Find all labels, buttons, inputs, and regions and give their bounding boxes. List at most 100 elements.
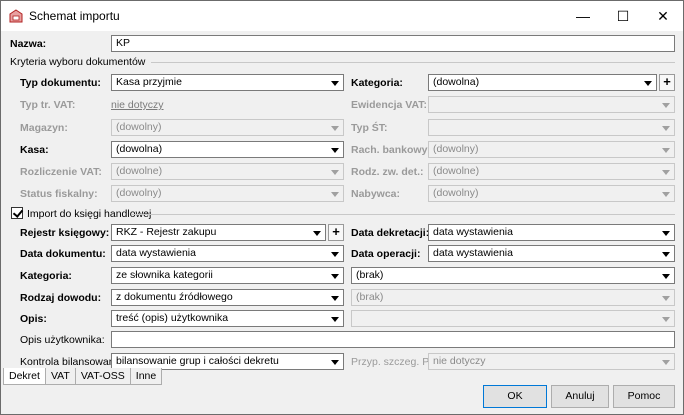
plus-icon: +: [663, 74, 671, 89]
chevron-down-icon: [313, 231, 321, 236]
przyp-szczeg-pit-label: Przyp. szczeg. PIT:: [351, 356, 441, 368]
nazwa-input[interactable]: KP: [111, 35, 675, 52]
rodz-zw-det-value: (dowolne): [433, 165, 480, 177]
pomoc-button[interactable]: Pomoc: [613, 385, 675, 408]
chevron-down-icon: [644, 81, 652, 86]
anuluj-button[interactable]: Anuluj: [551, 385, 609, 408]
kryteria-separator: [151, 62, 675, 63]
nabywca-select[interactable]: (dowolny): [428, 185, 675, 202]
magazyn-value: (dowolny): [116, 121, 162, 133]
tab-dekret[interactable]: Dekret: [3, 368, 46, 385]
kategoria-add-button[interactable]: +: [659, 74, 675, 91]
chevron-down-icon: [331, 252, 339, 257]
chevron-down-icon: [662, 296, 670, 301]
chevron-down-icon: [662, 126, 670, 131]
close-button[interactable]: ✕: [643, 1, 683, 31]
data-operacji-value: data wystawienia: [433, 247, 513, 259]
typ-tr-vat-label: Typ tr. VAT:: [20, 99, 76, 111]
magazyn-select[interactable]: (dowolny): [111, 119, 344, 136]
data-dokumentu-label: Data dokumentu:: [20, 248, 106, 260]
rodzaj-dowodu-detail-select[interactable]: (brak): [351, 289, 675, 306]
przyp-szczeg-pit-value: nie dotyczy: [433, 355, 486, 367]
tab-vat[interactable]: VAT: [44, 368, 76, 385]
chevron-down-icon: [662, 274, 670, 279]
rach-bankowy-select[interactable]: (dowolny): [428, 141, 675, 158]
typ-dokumentu-label: Typ dokumentu:: [20, 77, 101, 89]
chevron-down-icon: [331, 274, 339, 279]
rach-bankowy-value: (dowolny): [433, 143, 479, 155]
status-fiskalny-label: Status fiskalny:: [20, 188, 98, 200]
chevron-down-icon: [331, 360, 339, 365]
rodzaj-dowodu-label: Rodzaj dowodu:: [20, 292, 102, 304]
status-fiskalny-select[interactable]: (dowolny): [111, 185, 344, 202]
magazyn-label: Magazyn:: [20, 122, 68, 134]
opis-uzytkownika-label: Opis użytkownika:: [20, 334, 105, 346]
kategoria-select[interactable]: (dowolna): [428, 74, 657, 91]
chevron-down-icon: [331, 81, 339, 86]
chevron-down-icon: [331, 126, 339, 131]
chevron-down-icon: [662, 192, 670, 197]
kasa-value: (dowolna): [116, 143, 163, 155]
rejestr-ksiegowy-label: Rejestr księgowy:: [20, 227, 110, 239]
rodzaj-dowodu-value: z dokumentu źródłowego: [116, 291, 233, 303]
data-operacji-select[interactable]: data wystawienia: [428, 245, 675, 262]
opis-value: treść (opis) użytkownika: [116, 312, 229, 324]
status-fiskalny-value: (dowolny): [116, 187, 162, 199]
dialog-window: Schemat importu — ☐ ✕ Nazwa: KP Kryteria…: [0, 0, 684, 415]
kategoria-value: (dowolna): [433, 76, 480, 88]
import-kategoria-select[interactable]: ze słownika kategorii: [111, 267, 344, 284]
data-dokumentu-select[interactable]: data wystawienia: [111, 245, 344, 262]
chevron-down-icon: [331, 170, 339, 175]
tab-vat-oss[interactable]: VAT-OSS: [74, 368, 131, 385]
kasa-select[interactable]: (dowolna): [111, 141, 344, 158]
ok-button[interactable]: OK: [483, 385, 547, 408]
rozliczenie-vat-label: Rozliczenie VAT:: [20, 166, 102, 178]
chevron-down-icon: [662, 317, 670, 322]
opis-uzytkownika-input[interactable]: [111, 331, 675, 348]
minimize-button[interactable]: —: [563, 1, 603, 31]
ewidencja-vat-label: Ewidencja VAT:: [351, 99, 428, 111]
przyp-szczeg-pit-select[interactable]: nie dotyczy: [428, 353, 675, 370]
import-kategoria-detail-select[interactable]: (brak): [351, 267, 675, 284]
chevron-down-icon: [662, 103, 670, 108]
chevron-down-icon: [662, 231, 670, 236]
typ-tr-vat-link[interactable]: nie dotyczy: [111, 99, 164, 111]
rodz-zw-det-select[interactable]: (dowolne): [428, 163, 675, 180]
opis-select[interactable]: treść (opis) użytkownika: [111, 310, 344, 327]
rodzaj-dowodu-select[interactable]: z dokumentu źródłowego: [111, 289, 344, 306]
chevron-down-icon: [331, 296, 339, 301]
import-checkbox[interactable]: [11, 207, 23, 219]
rozliczenie-vat-select[interactable]: (dowolne): [111, 163, 344, 180]
opis-detail-select[interactable]: [351, 310, 675, 327]
chevron-down-icon: [331, 317, 339, 322]
rejestr-ksiegowy-select[interactable]: RKZ - Rejestr zakupu: [111, 224, 326, 241]
typ-st-select[interactable]: [428, 119, 675, 136]
nazwa-value: KP: [116, 37, 131, 49]
window-title: Schemat importu: [29, 9, 120, 23]
kontrola-bilansowania-value: bilansowanie grup i całości dekretu: [116, 355, 279, 367]
rodzaj-dowodu-detail-value: (brak): [356, 291, 384, 303]
rach-bankowy-label: Rach. bankowy:: [351, 144, 431, 156]
opis-label: Opis:: [20, 313, 47, 325]
nazwa-label: Nazwa:: [10, 38, 47, 50]
data-dokumentu-value: data wystawienia: [116, 247, 196, 259]
rozliczenie-vat-value: (dowolne): [116, 165, 163, 177]
typ-dokumentu-select[interactable]: Kasa przyjmie: [111, 74, 344, 91]
data-dekretacji-value: data wystawienia: [433, 226, 513, 238]
kryteria-group-label: Kryteria wyboru dokumentów: [10, 56, 146, 68]
chevron-down-icon: [662, 148, 670, 153]
import-kategoria-label: Kategoria:: [20, 270, 72, 282]
chevron-down-icon: [662, 252, 670, 257]
chevron-down-icon: [331, 192, 339, 197]
kategoria-label: Kategoria:: [351, 77, 403, 89]
rejestr-add-button[interactable]: +: [328, 224, 344, 241]
title-bar: Schemat importu — ☐ ✕: [1, 1, 683, 31]
ewidencja-vat-select[interactable]: [428, 96, 675, 113]
data-dekretacji-select[interactable]: data wystawienia: [428, 224, 675, 241]
chevron-down-icon: [331, 148, 339, 153]
chevron-down-icon: [662, 360, 670, 365]
tab-inne[interactable]: Inne: [129, 368, 163, 385]
maximize-button[interactable]: ☐: [603, 1, 643, 31]
rejestr-ksiegowy-value: RKZ - Rejestr zakupu: [116, 226, 217, 238]
data-operacji-label: Data operacji:: [351, 248, 421, 260]
